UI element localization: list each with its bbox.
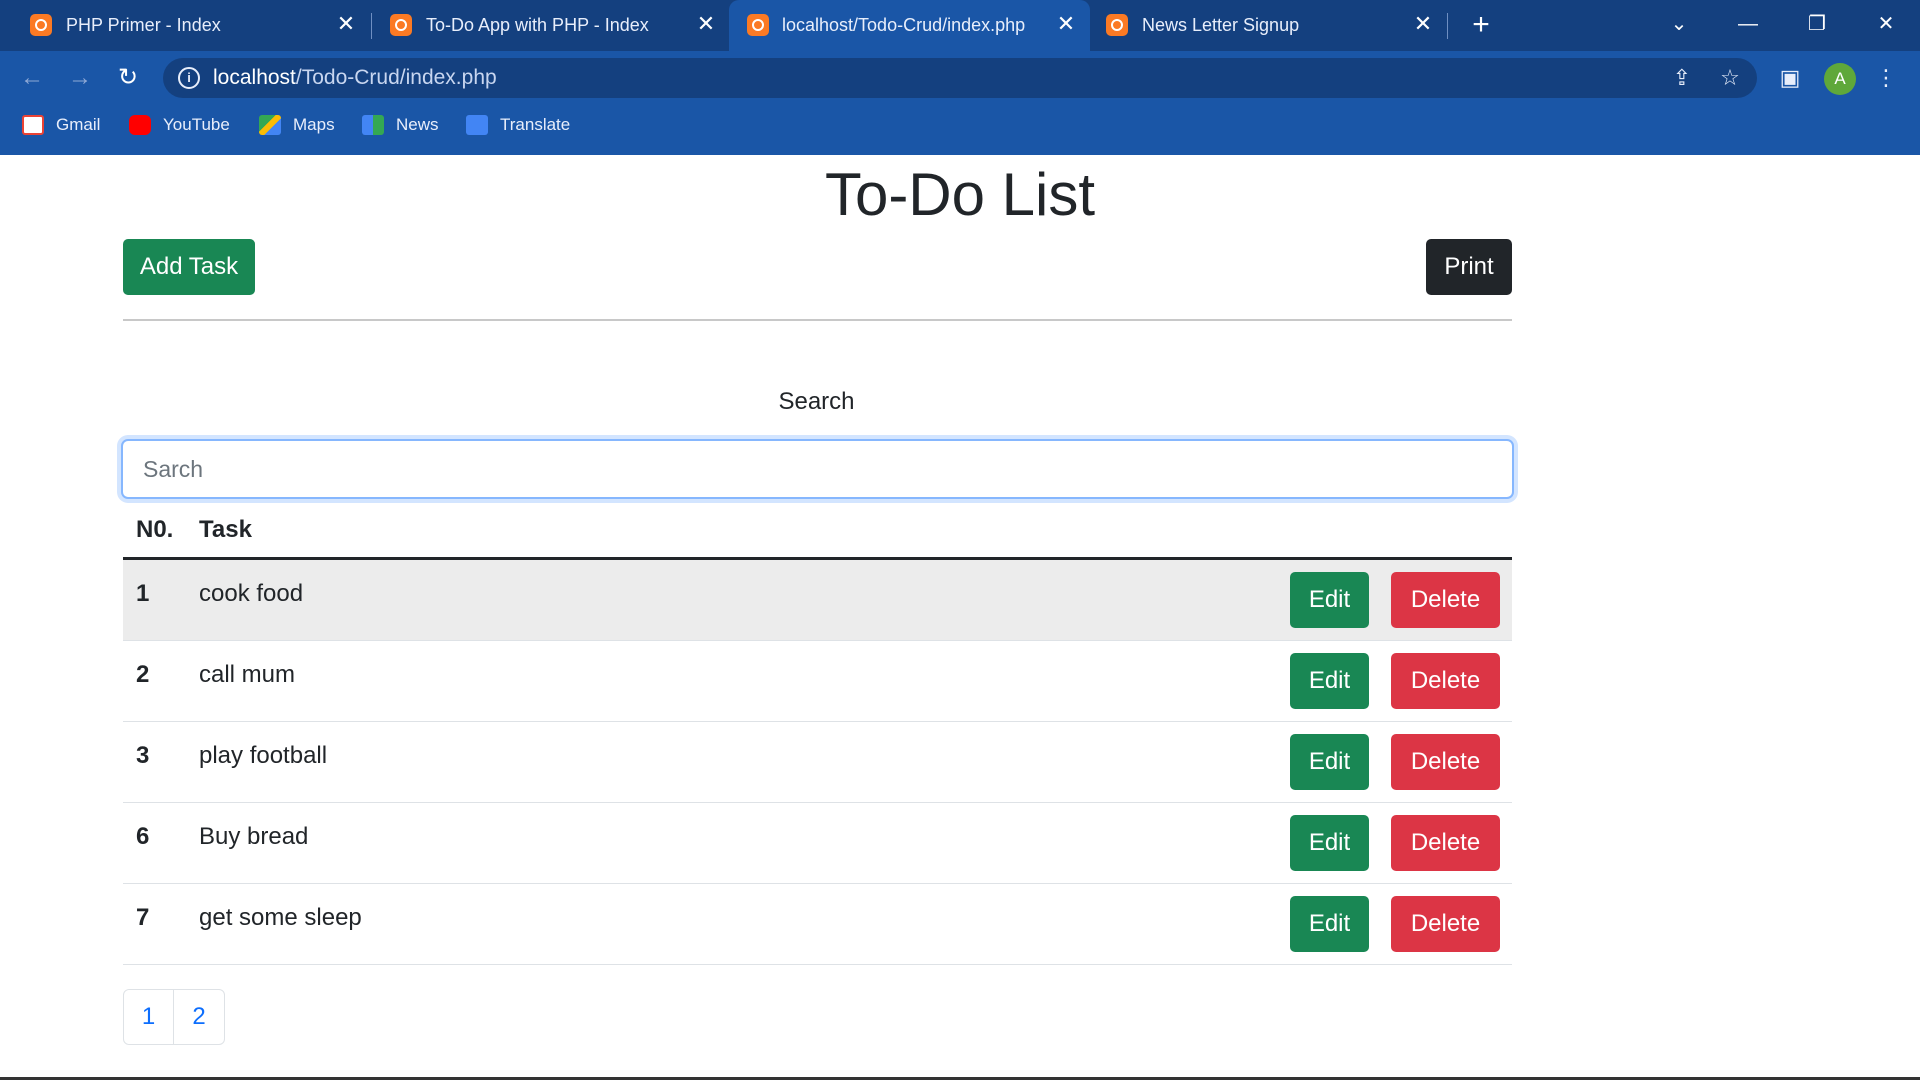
- table-row: 1 cook food Edit Delete: [123, 560, 1512, 641]
- tab-search-chevron-icon[interactable]: ⌄: [1659, 8, 1699, 40]
- page-link-1[interactable]: 1: [124, 990, 174, 1044]
- delete-button[interactable]: Delete: [1391, 572, 1500, 628]
- forward-button[interactable]: →: [62, 60, 98, 96]
- profile-avatar[interactable]: A: [1824, 63, 1856, 95]
- table-row: 6 Buy bread Edit Delete: [123, 803, 1512, 884]
- edit-button[interactable]: Edit: [1290, 653, 1369, 709]
- delete-button[interactable]: Delete: [1391, 653, 1500, 709]
- bookmark-label: YouTube: [163, 115, 230, 134]
- news-icon: [362, 115, 384, 135]
- menu-kebab-icon[interactable]: ⋮: [1870, 62, 1902, 94]
- edit-button[interactable]: Edit: [1290, 572, 1369, 628]
- column-header-task: Task: [199, 516, 252, 543]
- divider: [123, 319, 1512, 321]
- tab-title: localhost/Todo-Crud/index.php: [782, 15, 1026, 35]
- side-panel-icon[interactable]: ▣: [1774, 62, 1806, 94]
- page-link-2[interactable]: 2: [174, 990, 224, 1044]
- bookmark-translate[interactable]: Translate: [466, 113, 570, 137]
- task-number: 3: [136, 742, 150, 769]
- xampp-favicon-icon: [30, 14, 52, 36]
- xampp-favicon-icon: [390, 14, 412, 36]
- close-tab-icon[interactable]: ✕: [694, 12, 718, 36]
- tab-title: News Letter Signup: [1142, 15, 1300, 35]
- bookmark-youtube[interactable]: YouTube: [129, 113, 230, 137]
- task-text: call mum: [199, 661, 296, 688]
- tab-php-primer[interactable]: PHP Primer - Index ✕: [12, 0, 364, 51]
- url-text[interactable]: localhost/Todo-Crud/index.php: [213, 66, 497, 90]
- close-window-button[interactable]: ✕: [1866, 8, 1906, 40]
- tab-separator: [1447, 13, 1448, 39]
- bookmark-label: Gmail: [56, 115, 101, 134]
- task-number: 6: [136, 823, 150, 850]
- url-host: localhost: [213, 66, 296, 89]
- translate-icon: [466, 115, 488, 135]
- delete-button[interactable]: Delete: [1391, 734, 1500, 790]
- new-tab-button[interactable]: +: [1465, 10, 1497, 42]
- youtube-icon: [129, 115, 151, 135]
- task-text: play football: [199, 742, 328, 769]
- edit-button[interactable]: Edit: [1290, 896, 1369, 952]
- reload-button[interactable]: ↻: [110, 60, 146, 96]
- minimize-button[interactable]: —: [1728, 8, 1768, 40]
- close-tab-icon[interactable]: ✕: [1054, 12, 1078, 36]
- browser-chrome: PHP Primer - Index ✕ To-Do App with PHP …: [0, 0, 1920, 155]
- bookmark-label: News: [396, 115, 439, 134]
- xampp-favicon-icon: [1106, 14, 1128, 36]
- task-number: 7: [136, 904, 150, 931]
- task-text: cook food: [199, 580, 304, 607]
- bookmark-label: Translate: [500, 115, 571, 134]
- edit-button[interactable]: Edit: [1290, 815, 1369, 871]
- xampp-favicon-icon: [747, 14, 769, 36]
- maps-icon: [259, 115, 281, 135]
- tab-strip: PHP Primer - Index ✕ To-Do App with PHP …: [0, 0, 1920, 51]
- table-row: 7 get some sleep Edit Delete: [123, 884, 1512, 965]
- print-button[interactable]: Print: [1426, 239, 1512, 295]
- search-input[interactable]: [121, 439, 1514, 499]
- bookmark-label: Maps: [293, 115, 335, 134]
- tab-title: To-Do App with PHP - Index: [426, 15, 649, 35]
- add-task-button[interactable]: Add Task: [123, 239, 255, 295]
- url-path: /Todo-Crud/index.php: [295, 66, 497, 89]
- column-header-number: N0.: [136, 516, 174, 543]
- tab-title: PHP Primer - Index: [66, 15, 221, 35]
- edit-button[interactable]: Edit: [1290, 734, 1369, 790]
- close-tab-icon[interactable]: ✕: [334, 12, 358, 36]
- table-row: 3 play football Edit Delete: [123, 722, 1512, 803]
- tab-todo-crud[interactable]: localhost/Todo-Crud/index.php ✕: [729, 0, 1090, 51]
- tab-newsletter[interactable]: News Letter Signup ✕: [1090, 0, 1442, 51]
- delete-button[interactable]: Delete: [1391, 896, 1500, 952]
- bookmark-star-icon[interactable]: ☆: [1714, 62, 1746, 94]
- task-text: Buy bread: [199, 823, 309, 850]
- bookmark-gmail[interactable]: Gmail: [22, 113, 100, 137]
- page-title: To-Do List: [824, 161, 1096, 228]
- pagination: 1 2: [123, 989, 225, 1045]
- bookmark-news[interactable]: News: [362, 113, 439, 137]
- site-info-icon[interactable]: i: [178, 67, 200, 89]
- table-row: 2 call mum Edit Delete: [123, 641, 1512, 722]
- back-button[interactable]: ←: [14, 60, 50, 96]
- task-number: 1: [136, 580, 150, 607]
- share-icon[interactable]: ⇪: [1666, 62, 1698, 94]
- bookmark-maps[interactable]: Maps: [259, 113, 335, 137]
- search-label: Search: [778, 388, 855, 415]
- task-text: get some sleep: [199, 904, 362, 931]
- task-number: 2: [136, 661, 150, 688]
- gmail-icon: [22, 115, 44, 135]
- delete-button[interactable]: Delete: [1391, 815, 1500, 871]
- restore-button[interactable]: ❐: [1797, 8, 1837, 40]
- tab-todo-app[interactable]: To-Do App with PHP - Index ✕: [370, 0, 722, 51]
- close-tab-icon[interactable]: ✕: [1411, 12, 1435, 36]
